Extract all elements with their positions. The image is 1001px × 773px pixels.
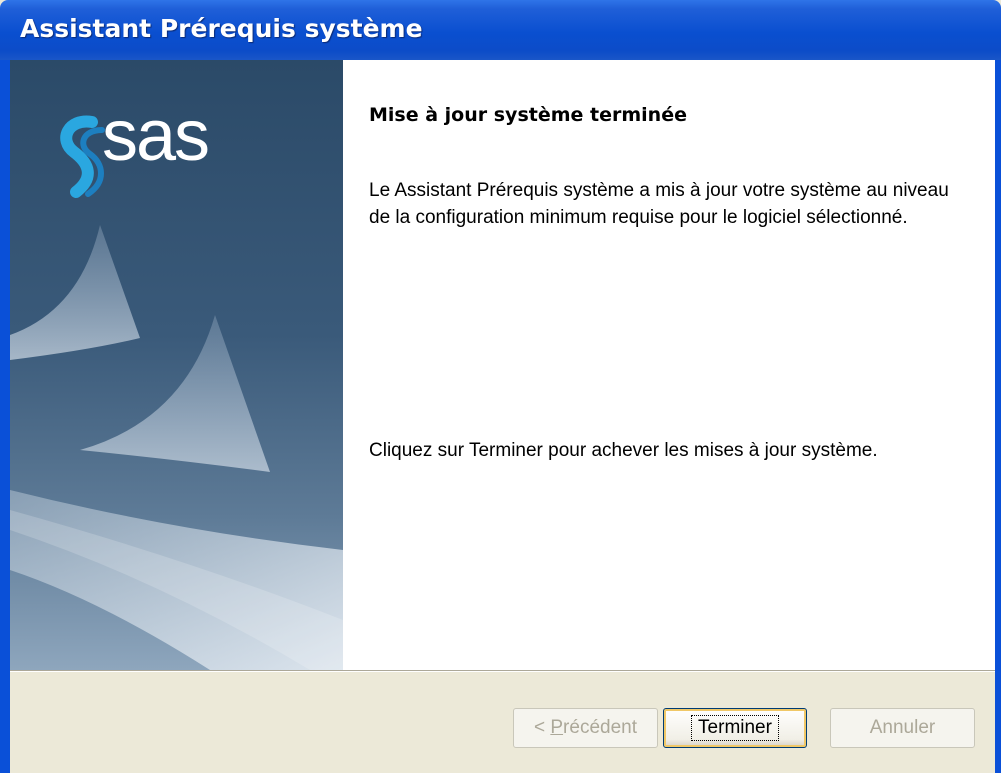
page-heading: Mise à jour système terminée xyxy=(369,104,687,126)
sas-logo-text: sas xyxy=(102,96,210,176)
finish-button[interactable]: Terminer xyxy=(663,708,807,748)
banner-sail-shape xyxy=(10,225,140,360)
sas-swirl-icon xyxy=(60,115,105,198)
cancel-button[interactable]: Annuler xyxy=(830,708,975,748)
previous-button-prefix: < xyxy=(533,717,551,738)
previous-button-label: récédent xyxy=(563,717,637,738)
content-panel: Mise à jour système terminée Le Assistan… xyxy=(343,60,995,670)
window-title: Assistant Prérequis système xyxy=(20,14,423,43)
wizard-window: Assistant Prérequis système sas Mise à j… xyxy=(0,0,1001,773)
side-banner: sas xyxy=(10,60,343,670)
window-frame-left xyxy=(0,60,10,773)
previous-button[interactable]: < Précédent xyxy=(513,708,658,748)
title-bar[interactable]: Assistant Prérequis système xyxy=(0,0,1001,60)
finish-button-label: Terminer xyxy=(691,715,779,741)
instruction-text: Cliquez sur Terminer pour achever les mi… xyxy=(369,440,878,461)
sas-logo xyxy=(60,115,105,198)
previous-button-mnemonic: P xyxy=(550,717,564,738)
description-text: Le Assistant Prérequis système a mis à j… xyxy=(369,180,949,228)
cancel-button-label: Annuler xyxy=(869,717,936,738)
button-bar: < Précédent Terminer Annuler xyxy=(10,672,995,773)
window-frame-right xyxy=(995,60,1001,773)
